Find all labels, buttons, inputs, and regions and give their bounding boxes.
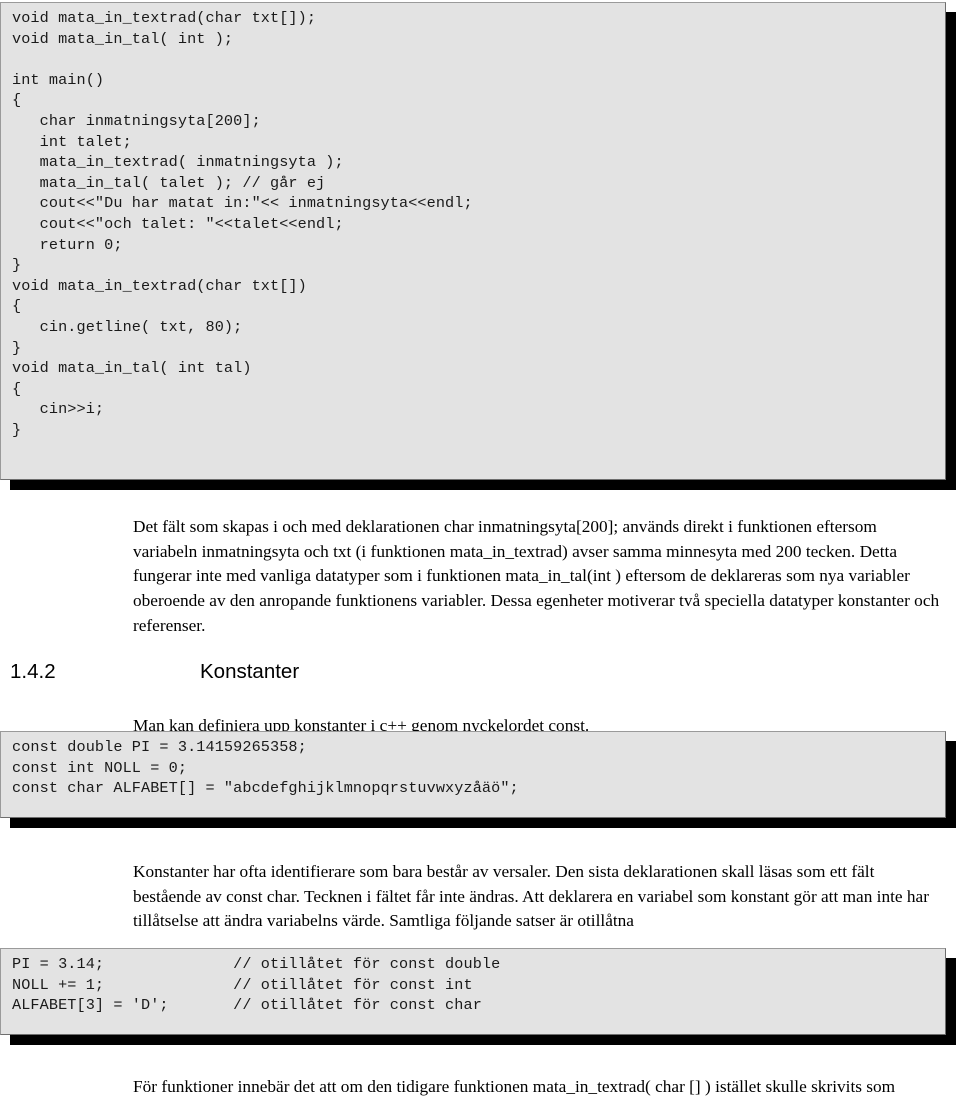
code-listing-const-declarations: const double PI = 3.14159265358; const i… — [12, 738, 519, 798]
paragraph-functions: För funktioner innebär det att om den ti… — [133, 1077, 896, 1097]
section-title: Konstanter — [200, 660, 300, 683]
document-page: { "document": { "language": "sv", "code_… — [0, 0, 960, 1104]
section-heading: 1.4.2 Konstanter — [10, 660, 510, 688]
code-block-illegal-statements: PI = 3.14; // otillåtet för const double… — [0, 948, 956, 1045]
code-block-surface: void mata_in_textrad(char txt[]); void m… — [0, 2, 946, 480]
code-block-main: void mata_in_textrad(char txt[]); void m… — [0, 2, 956, 490]
code-block-surface: PI = 3.14; // otillåtet för const double… — [0, 948, 946, 1035]
code-block-surface: const double PI = 3.14159265358; const i… — [0, 731, 946, 818]
paragraph-fields: Det fält som skapas i och med deklaratio… — [133, 517, 940, 635]
code-block-const-declarations: const double PI = 3.14159265358; const i… — [0, 731, 956, 828]
paragraph-const-rules: Konstanter har ofta identifierare som ba… — [133, 862, 929, 931]
section-number: 1.4.2 — [10, 660, 56, 683]
code-listing-main: void mata_in_textrad(char txt[]); void m… — [12, 9, 473, 439]
code-listing-illegal-statements: PI = 3.14; // otillåtet för const double… — [12, 955, 501, 1015]
